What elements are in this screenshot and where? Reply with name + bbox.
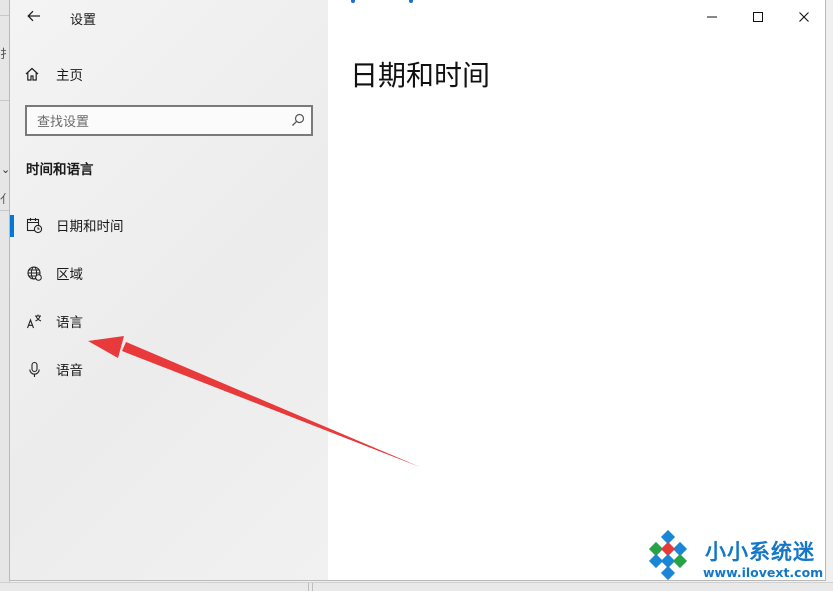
- language-icon: [25, 312, 43, 330]
- nav-item-language[interactable]: 语言: [10, 301, 328, 341]
- minimize-button[interactable]: [689, 0, 735, 33]
- nav-item-label: 语音: [56, 363, 83, 379]
- nav-item-speech[interactable]: 语音: [10, 349, 328, 389]
- section-title: 时间和语言: [26, 162, 94, 178]
- back-button[interactable]: [22, 4, 46, 28]
- nav-home-label: 主页: [56, 68, 83, 84]
- maximize-icon: [753, 11, 763, 22]
- window-title: 设置: [70, 13, 97, 28]
- globe-icon: [25, 264, 43, 282]
- nav-item-region[interactable]: 区域: [10, 253, 328, 293]
- navigation-pane: 设置 主页 时间和语言 日期和时间: [10, 0, 328, 580]
- watermark: 小小系统迷 www.ilovext.com: [641, 530, 827, 586]
- page-title: 日期和时间: [350, 59, 491, 92]
- close-button[interactable]: [781, 0, 825, 33]
- home-icon: [25, 67, 39, 81]
- watermark-logo-icon: [648, 530, 688, 581]
- close-icon: [799, 11, 809, 22]
- nav-item-label: 日期和时间: [56, 219, 124, 235]
- nav-item-label: 语言: [56, 315, 83, 331]
- minimize-icon: [707, 16, 717, 17]
- content-pane: 日期和时间: [328, 0, 825, 580]
- loading-dot: [409, 0, 413, 3]
- back-arrow-icon: [27, 10, 40, 22]
- calendar-clock-icon: [25, 216, 43, 234]
- settings-window: 设置 主页 时间和语言 日期和时间: [9, 0, 826, 581]
- maximize-button[interactable]: [735, 0, 781, 33]
- search-input[interactable]: [35, 111, 284, 133]
- caption-buttons: [689, 0, 825, 33]
- search-box[interactable]: [25, 105, 313, 136]
- watermark-url: www.ilovext.com: [703, 565, 824, 580]
- microphone-icon: [25, 360, 43, 378]
- nav-item-date-time[interactable]: 日期和时间: [10, 205, 328, 245]
- nav-item-label: 区域: [56, 267, 83, 283]
- search-icon[interactable]: [291, 113, 305, 127]
- watermark-brand: 小小系统迷: [705, 540, 815, 564]
- loading-dot: [351, 0, 355, 3]
- nav-home[interactable]: 主页: [24, 62, 83, 86]
